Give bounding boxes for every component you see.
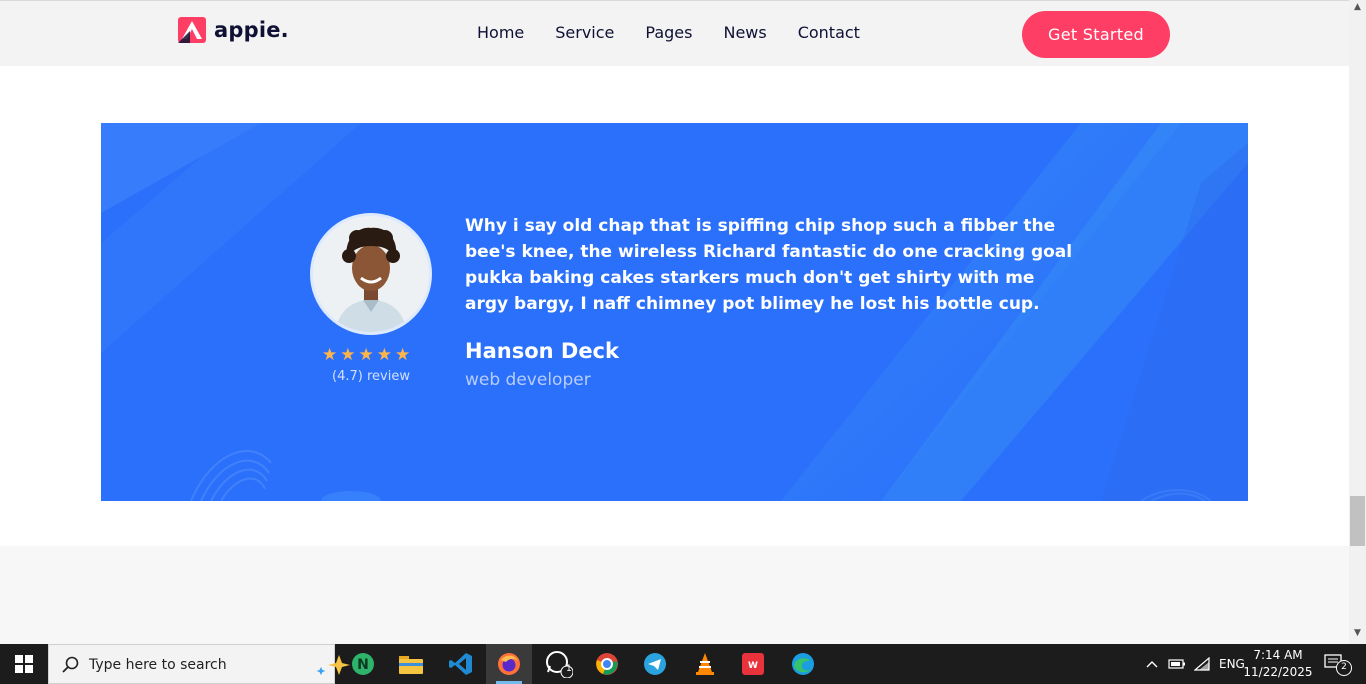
rating-stars: ★ ★ ★ ★ ★ — [322, 347, 413, 364]
scroll-thumb[interactable] — [1350, 496, 1365, 546]
star-icon: ★ — [358, 345, 374, 365]
page-scrollbar[interactable]: ▲ ▼ — [1349, 0, 1366, 644]
clock-time: 7:14 AM — [1253, 648, 1303, 662]
star-icon: ★ — [322, 345, 338, 365]
scroll-up-arrow-icon[interactable]: ▲ — [1349, 2, 1366, 14]
nav-item-home[interactable]: Home — [477, 23, 524, 42]
taskbar-clock[interactable]: 7:14 AM 11/22/2025 — [1240, 647, 1316, 681]
nav-item-service[interactable]: Service — [555, 23, 614, 42]
taskbar-file-explorer-icon[interactable] — [388, 644, 434, 684]
clock-date: 11/22/2025 — [1243, 665, 1313, 679]
nav-item-contact[interactable]: Contact — [798, 23, 860, 42]
review-score: (4.7) review — [332, 369, 410, 384]
taskbar-edge-icon[interactable] — [780, 644, 826, 684]
taskbar-vscode-icon[interactable] — [438, 644, 484, 684]
reviewer-avatar — [310, 213, 432, 335]
taskbar-whatsapp-icon[interactable]: 1 — [536, 644, 582, 684]
taskbar-app-notion-icon[interactable]: N — [340, 644, 386, 684]
reviewer-name: Hanson Deck — [465, 339, 619, 363]
get-started-button[interactable]: Get Started — [1022, 11, 1170, 58]
taskbar-chrome-icon[interactable] — [584, 644, 630, 684]
next-section — [0, 546, 1349, 644]
tray-show-hidden-icon[interactable] — [1146, 644, 1158, 684]
taskbar-search-box[interactable]: Type here to search — [48, 644, 364, 684]
svg-text:N: N — [357, 657, 369, 673]
logo-text: appie. — [214, 18, 289, 42]
tray-battery-icon[interactable] — [1168, 644, 1186, 684]
start-button[interactable] — [0, 644, 48, 684]
star-icon: ★ — [340, 345, 356, 365]
testimonial-quote: Why i say old chap that is spiffing chip… — [465, 216, 1073, 314]
logo-icon — [178, 17, 206, 43]
taskbar-vlc-icon[interactable] — [682, 644, 728, 684]
nav-item-news[interactable]: News — [723, 23, 766, 42]
main-nav: Home Service Pages News Contact — [477, 23, 891, 42]
star-icon: ★ — [395, 345, 411, 365]
site-header: appie. Home Service Pages News Contact G… — [0, 0, 1349, 66]
svg-text:W: W — [748, 661, 758, 671]
reviewer-role: web developer — [465, 370, 591, 390]
star-icon: ★ — [376, 345, 392, 365]
taskbar-wps-icon[interactable]: W — [730, 644, 776, 684]
nav-item-pages[interactable]: Pages — [645, 23, 692, 42]
scroll-down-arrow-icon[interactable]: ▼ — [1349, 628, 1366, 640]
windows-taskbar: Type here to search N 1 W ENG 7:14 AM 11… — [0, 644, 1366, 684]
tray-wifi-icon[interactable] — [1194, 644, 1210, 684]
notification-center-icon[interactable]: 2 — [1322, 652, 1352, 676]
testimonial-card: ★ ★ ★ ★ ★ (4.7) review Why i say old cha… — [101, 123, 1248, 501]
browser-page: appie. Home Service Pages News Contact G… — [0, 0, 1349, 644]
search-placeholder: Type here to search — [89, 657, 227, 673]
windows-logo-icon — [15, 655, 33, 673]
site-logo[interactable]: appie. — [178, 17, 289, 43]
taskbar-telegram-icon[interactable] — [632, 644, 678, 684]
search-icon — [62, 656, 79, 673]
notification-count-badge: 2 — [1336, 660, 1352, 676]
taskbar-firefox-icon[interactable] — [486, 644, 532, 684]
whatsapp-badge: 1 — [566, 664, 572, 674]
